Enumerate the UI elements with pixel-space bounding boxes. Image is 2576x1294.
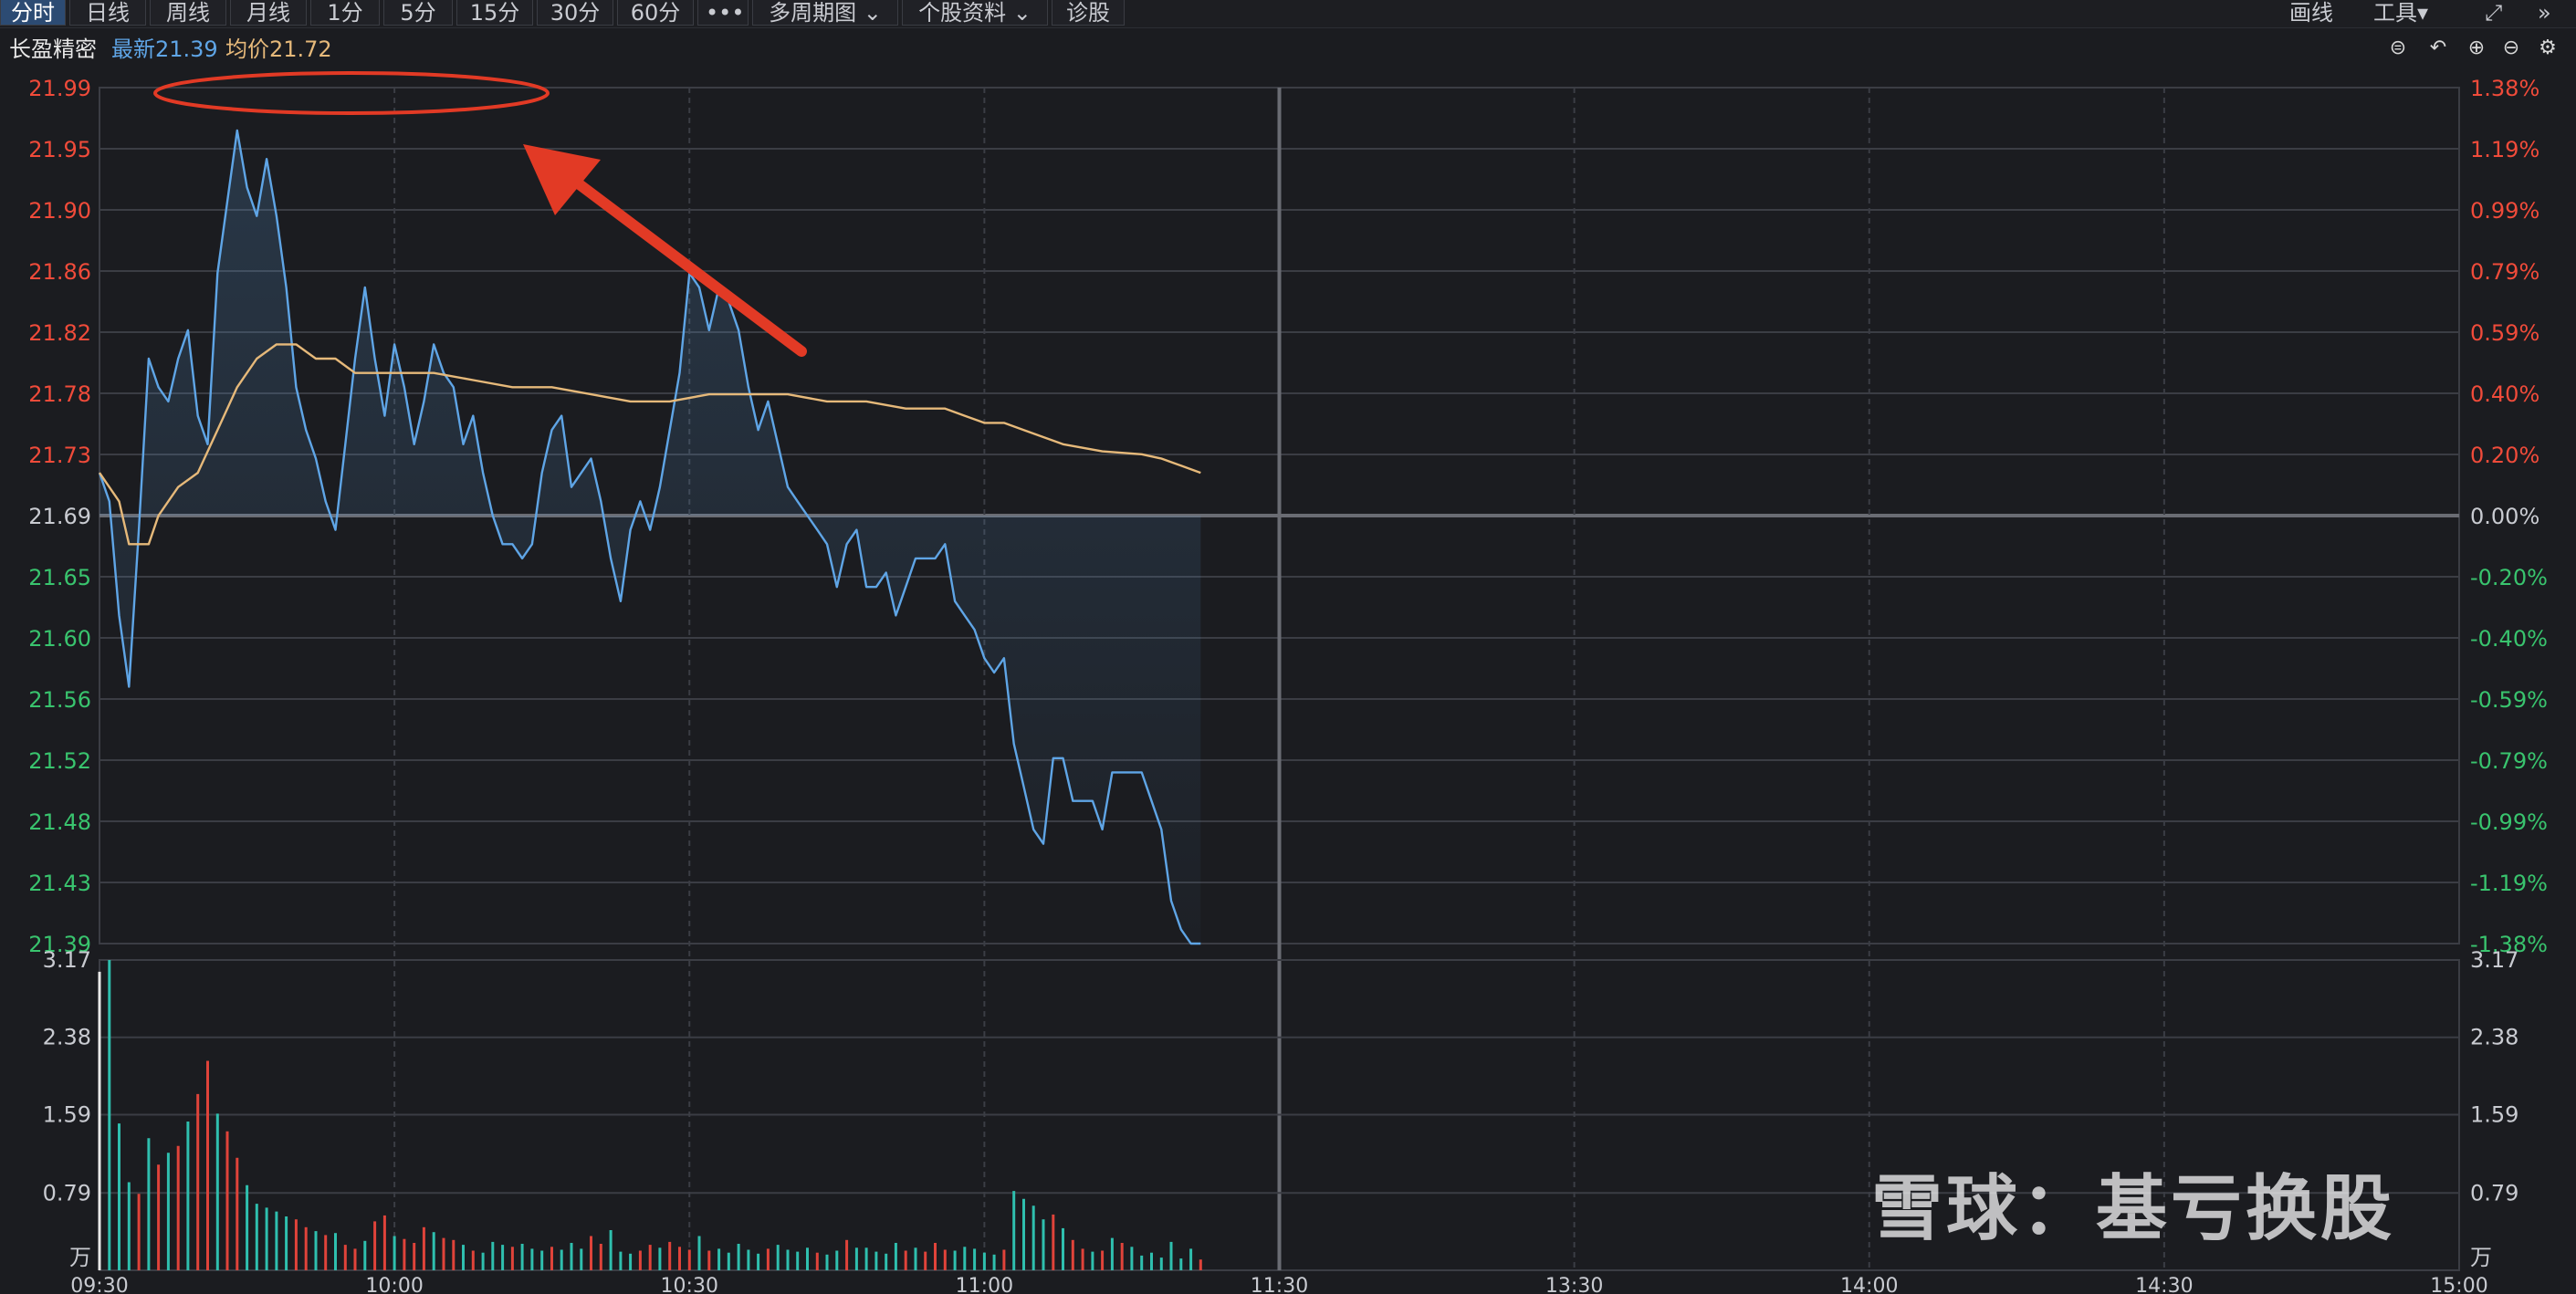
- volume-tick-label: 2.38: [43, 1025, 91, 1050]
- volume-tick-label: 0.79: [43, 1180, 91, 1205]
- pct-tick-label: 0.79%: [2470, 259, 2539, 285]
- time-tick-label: 11:00: [956, 1275, 1013, 1294]
- pct-tick-label: 1.19%: [2470, 137, 2539, 162]
- volume-tick-label: 0.79: [2470, 1180, 2518, 1205]
- pct-tick-label: 0.00%: [2470, 504, 2539, 529]
- price-tick-label: 21.65: [28, 565, 91, 590]
- time-tick-label: 09:30: [70, 1275, 128, 1294]
- price-tick-label: 21.99: [28, 76, 91, 101]
- volume-unit-label: 万: [69, 1245, 91, 1270]
- time-tick-label: 13:30: [1545, 1275, 1603, 1294]
- price-tick-label: 21.43: [28, 871, 91, 896]
- intraday-chart: 21.99 1.38% 21.95 1.19% 21.90 0.99% 21.86 0.79%…: [28, 71, 2548, 1294]
- volume-tick-label: 2.38: [2470, 1025, 2518, 1050]
- volume-tick-label: 3.17: [2470, 947, 2518, 973]
- pct-tick-label: -0.40%: [2470, 626, 2548, 652]
- pct-tick-label: -0.79%: [2470, 748, 2548, 774]
- price-tick-label: 21.60: [28, 626, 91, 652]
- price-tick-label: 21.95: [28, 137, 91, 162]
- pct-tick-label: -0.59%: [2470, 687, 2548, 713]
- pct-tick-label: -0.99%: [2470, 809, 2548, 835]
- time-tick-label: 14:30: [2135, 1275, 2193, 1294]
- pct-tick-label: -1.19%: [2470, 871, 2548, 896]
- price-tick-label: 21.82: [28, 320, 91, 346]
- volume-tick-label: 1.59: [2470, 1101, 2518, 1127]
- time-tick-label: 10:30: [661, 1275, 718, 1294]
- pct-tick-label: 0.99%: [2470, 198, 2539, 224]
- volume-tick-label: 1.59: [43, 1101, 91, 1127]
- chart-axes: 21.99 1.38% 21.95 1.19% 21.90 0.99% 21.86 0.79%…: [28, 76, 2548, 1294]
- price-tick-label: 21.73: [28, 443, 91, 468]
- time-tick-label: 14:00: [1840, 1275, 1898, 1294]
- volume-unit-label: 万: [2470, 1245, 2492, 1270]
- price-tick-label: 21.52: [28, 748, 91, 774]
- price-tick-label: 21.78: [28, 381, 91, 407]
- pct-tick-label: 1.38%: [2470, 76, 2539, 101]
- time-tick-label: 11:30: [1251, 1275, 1308, 1294]
- annotation-arrow-head: [523, 144, 601, 215]
- pct-tick-label: 0.20%: [2470, 443, 2539, 468]
- annotation-ellipse: [153, 71, 550, 115]
- time-tick-label: 15:00: [2430, 1275, 2487, 1294]
- price-tick-label: 21.48: [28, 809, 91, 835]
- price-tick-label: 21.86: [28, 259, 91, 285]
- price-tick-label: 21.90: [28, 198, 91, 224]
- watermark-text: 雪球：基亏换股: [1871, 1168, 2396, 1250]
- price-tick-label: 21.69: [28, 504, 91, 529]
- pct-tick-label: 0.40%: [2470, 381, 2539, 407]
- time-tick-label: 10:00: [365, 1275, 423, 1294]
- pct-tick-label: 0.59%: [2470, 320, 2539, 346]
- volume-tick-label: 3.17: [43, 947, 91, 973]
- chart-grid: [99, 87, 2460, 1271]
- pct-tick-label: -0.20%: [2470, 565, 2548, 590]
- price-tick-label: 21.56: [28, 687, 91, 713]
